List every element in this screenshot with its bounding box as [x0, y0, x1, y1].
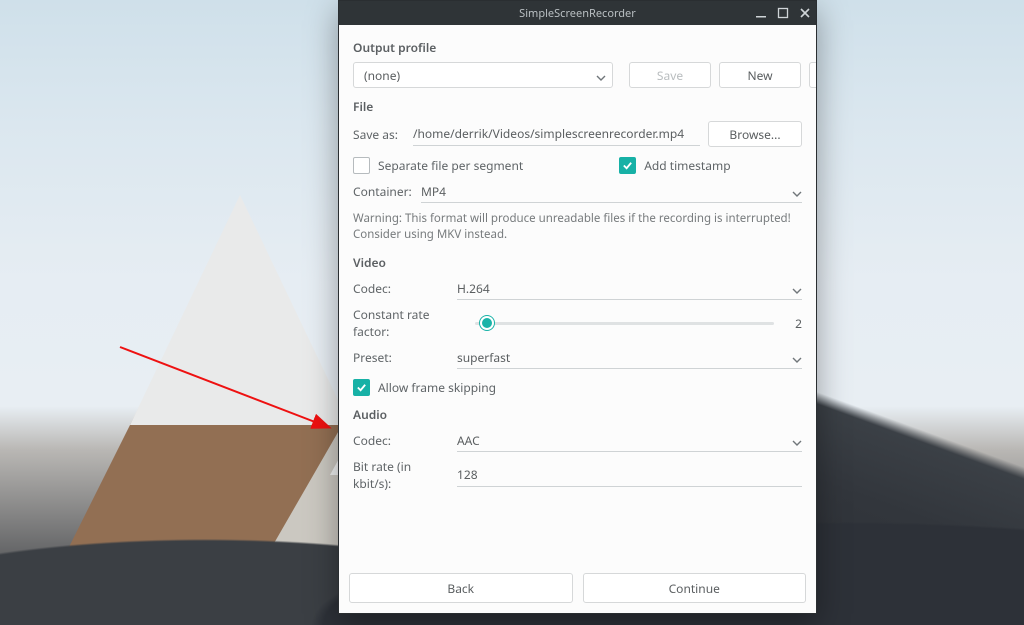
- video-codec-value: H.264: [457, 280, 490, 297]
- crf-slider[interactable]: [473, 322, 776, 325]
- audio-codec-select[interactable]: AAC: [457, 429, 802, 452]
- allow-frame-skipping-checkbox[interactable]: [353, 379, 370, 396]
- profile-new-button[interactable]: New: [719, 62, 801, 88]
- separate-file-label: Separate file per segment: [378, 157, 523, 174]
- container-label: Container:: [353, 183, 413, 200]
- preset-value: superfast: [457, 349, 510, 366]
- section-audio: Audio: [353, 406, 802, 423]
- container-warning: Warning: This format will produce unread…: [353, 211, 802, 242]
- audio-codec-value: AAC: [457, 432, 480, 449]
- add-timestamp-label: Add timestamp: [644, 157, 730, 174]
- preset-select[interactable]: superfast: [457, 346, 802, 369]
- video-codec-label: Codec:: [353, 280, 449, 297]
- audio-codec-label: Codec:: [353, 432, 449, 449]
- profile-dropdown[interactable]: (none): [353, 62, 613, 88]
- browse-button[interactable]: Browse...: [708, 121, 802, 147]
- continue-button[interactable]: Continue: [583, 573, 807, 603]
- chevron-down-icon: [792, 186, 802, 196]
- chevron-down-icon: [792, 283, 802, 293]
- separate-file-checkbox[interactable]: [353, 157, 370, 174]
- maximize-icon[interactable]: [776, 6, 790, 20]
- add-timestamp-checkbox[interactable]: [619, 157, 636, 174]
- slider-thumb[interactable]: [480, 316, 494, 330]
- close-icon[interactable]: [798, 6, 812, 20]
- chevron-down-icon: [792, 352, 802, 362]
- section-output-profile: Output profile: [353, 39, 802, 56]
- back-button[interactable]: Back: [349, 573, 573, 603]
- video-codec-select[interactable]: H.264: [457, 277, 802, 300]
- save-as-label: Save as:: [353, 126, 405, 143]
- preset-label: Preset:: [353, 349, 449, 366]
- bitrate-input[interactable]: [457, 464, 802, 487]
- desktop-wallpaper: SimpleScreenRecorder Output profile (non…: [0, 0, 1024, 625]
- crf-label: Constant rate factor:: [353, 306, 465, 340]
- crf-value: 2: [784, 315, 802, 332]
- app-window: SimpleScreenRecorder Output profile (non…: [338, 0, 817, 614]
- bitrate-label: Bit rate (in kbit/s):: [353, 458, 449, 492]
- section-file: File: [353, 98, 802, 115]
- allow-frame-skipping-label: Allow frame skipping: [378, 379, 496, 396]
- section-video: Video: [353, 254, 802, 271]
- window-title: SimpleScreenRecorder: [519, 6, 636, 21]
- container-select[interactable]: MP4: [421, 180, 802, 203]
- save-as-input[interactable]: [413, 123, 700, 146]
- chevron-down-icon: [792, 435, 802, 445]
- container-value: MP4: [421, 183, 446, 200]
- minimize-icon[interactable]: [754, 6, 768, 20]
- window-titlebar[interactable]: SimpleScreenRecorder: [339, 1, 816, 25]
- profile-delete-button[interactable]: Delete: [809, 62, 816, 88]
- profile-save-button[interactable]: Save: [629, 62, 711, 88]
- profile-dropdown-value: (none): [364, 67, 400, 84]
- chevron-down-icon: [596, 70, 606, 80]
